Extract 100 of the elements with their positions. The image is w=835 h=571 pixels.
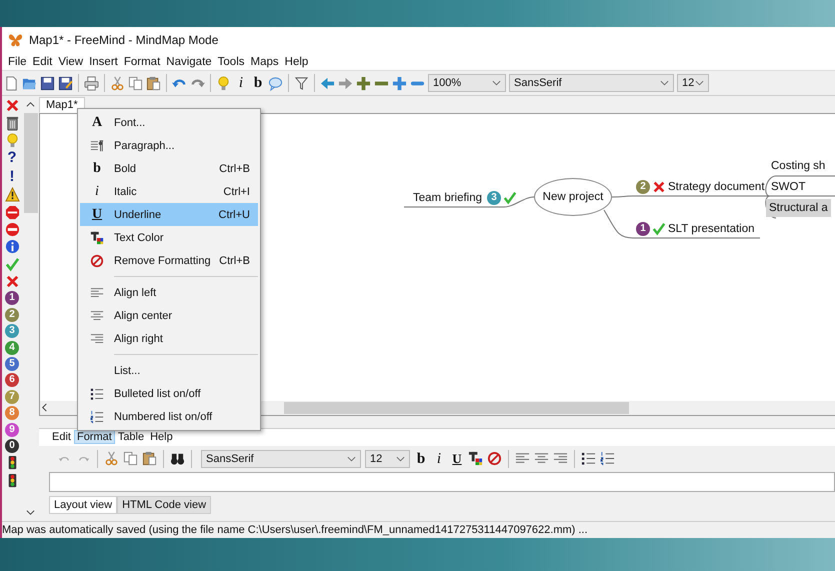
number-icon[interactable]: 9 (5, 422, 19, 437)
warning-icon[interactable] (4, 187, 20, 202)
font-dropdown[interactable]: SansSerif (201, 450, 361, 468)
italic-button[interactable]: i (234, 75, 248, 92)
plus-icon[interactable] (356, 76, 371, 91)
remove-format-icon[interactable] (487, 451, 502, 466)
scrollbar-thumb[interactable] (24, 113, 38, 214)
menu-item[interactable]: A Font... (80, 111, 258, 134)
symbol-icon[interactable]: ? (7, 150, 17, 166)
font-size-dropdown[interactable]: 12 (677, 74, 709, 92)
copy-icon[interactable] (123, 451, 138, 466)
font-size-dropdown[interactable]: 12 (365, 450, 410, 468)
save-icon[interactable] (40, 76, 55, 91)
menu-item[interactable]: Align center (80, 304, 258, 327)
number-icon[interactable]: 0 (5, 439, 19, 453)
root-node[interactable]: New project (534, 178, 612, 216)
map-node[interactable]: Costing sh (768, 157, 828, 176)
menu-item[interactable]: List... (80, 359, 258, 382)
plus-icon[interactable] (392, 76, 407, 91)
view-tab[interactable]: HTML Code view (117, 496, 212, 514)
menu-item[interactable]: Remove Formatting Ctrl+B (80, 249, 258, 272)
scroll-left-icon[interactable] (40, 403, 49, 412)
no-entry-icon[interactable] (4, 222, 20, 237)
new-file-icon[interactable] (4, 76, 19, 91)
check-icon[interactable] (4, 256, 20, 272)
text-editor-field[interactable] (49, 472, 835, 492)
scrollbar-thumb[interactable] (284, 402, 629, 414)
zoom-dropdown[interactable]: 100% (428, 74, 506, 92)
bulb-icon[interactable] (216, 76, 231, 91)
italic-button[interactable]: i (432, 450, 446, 467)
menu-item[interactable]: Format (74, 430, 115, 444)
menu-item[interactable]: File (5, 56, 30, 68)
node-label: Structural a (769, 202, 828, 214)
speech-bubble-icon[interactable] (268, 76, 283, 91)
cross-icon[interactable] (4, 274, 20, 290)
map-tab[interactable]: Map1* (39, 97, 85, 114)
info-icon[interactable] (4, 239, 20, 254)
menu-item[interactable]: Help (282, 56, 312, 68)
save-as-icon[interactable] (58, 76, 73, 91)
symbol-icon[interactable]: ! (10, 168, 14, 185)
paste-icon[interactable] (142, 451, 157, 466)
paragraph-icon (90, 138, 104, 152)
menu-item[interactable]: i Italic Ctrl+I (80, 180, 258, 203)
map-node[interactable]: 1 SLT presentation (633, 220, 758, 238)
menu-item[interactable]: U Underline Ctrl+U (80, 203, 258, 226)
bullet-list-icon[interactable] (581, 451, 596, 466)
trash-icon[interactable] (4, 116, 20, 131)
menu-item[interactable]: Align right (80, 327, 258, 350)
number-icon[interactable]: 2 (5, 308, 19, 322)
map-node[interactable]: Team briefing 3 (410, 189, 520, 208)
menu-item[interactable]: Edit (30, 56, 56, 68)
cut-icon[interactable] (110, 76, 125, 91)
menu-item[interactable]: Edit (49, 430, 74, 444)
number-list-icon[interactable] (600, 451, 615, 466)
underline-button[interactable]: U (450, 450, 464, 467)
binoculars-icon[interactable] (170, 451, 185, 466)
node-label: SWOT (771, 181, 806, 194)
menu-item[interactable]: b Bold Ctrl+B (80, 157, 258, 180)
text-color-icon[interactable] (468, 451, 483, 466)
number-icon[interactable]: 5 (5, 357, 19, 372)
menu-item[interactable]: Paragraph... (80, 134, 258, 157)
number-icon[interactable]: 1 (5, 291, 19, 306)
number-icon[interactable]: 6 (5, 373, 19, 388)
caret-icon (660, 80, 669, 86)
map-node[interactable]: Structural a (766, 199, 831, 218)
menu-item[interactable]: Bulleted list on/off (80, 382, 258, 405)
menu-item[interactable]: Tools (214, 56, 248, 68)
view-tab[interactable]: Layout view (49, 496, 118, 514)
filter-icon[interactable] (294, 76, 309, 91)
copy-icon[interactable] (128, 76, 143, 91)
cross-icon[interactable] (4, 98, 20, 114)
menu-item[interactable]: Table (114, 430, 148, 444)
number-icon[interactable]: 4 (5, 340, 19, 355)
stop-icon[interactable] (4, 204, 20, 220)
bold-button[interactable]: b (414, 450, 428, 467)
scroll-down-icon[interactable] (26, 508, 35, 518)
menu-item[interactable]: Text Color (80, 226, 258, 249)
bullet-list-icon (90, 386, 104, 400)
print-icon[interactable] (84, 76, 99, 91)
check-icon (652, 222, 666, 236)
map-node[interactable]: 2 Strategy document (633, 178, 768, 196)
map-node[interactable]: SWOT (768, 178, 808, 196)
menu-item[interactable]: Numbered list on/off (80, 405, 258, 428)
shortcut-text: Ctrl+U (218, 208, 251, 220)
arrow-right-icon[interactable] (338, 76, 353, 91)
menu-item[interactable]: Insert (86, 56, 121, 68)
paste-icon[interactable] (146, 76, 161, 91)
text-color-icon (90, 230, 104, 244)
font-dropdown[interactable]: SansSerif (509, 74, 674, 92)
menu-item[interactable]: Maps (248, 56, 282, 68)
menu-item[interactable]: Navigate (163, 56, 215, 68)
number-icon: 2 (636, 180, 650, 194)
menu-item[interactable]: Help (147, 430, 176, 444)
scroll-up-icon[interactable] (26, 100, 35, 110)
menu-item[interactable]: Format (120, 56, 164, 68)
arrow-left-icon[interactable] (320, 76, 335, 91)
bold-button[interactable]: b (251, 75, 265, 92)
cut-icon[interactable] (104, 451, 119, 466)
menu-item[interactable]: Align left (80, 281, 258, 304)
menu-item[interactable]: View (55, 56, 86, 68)
